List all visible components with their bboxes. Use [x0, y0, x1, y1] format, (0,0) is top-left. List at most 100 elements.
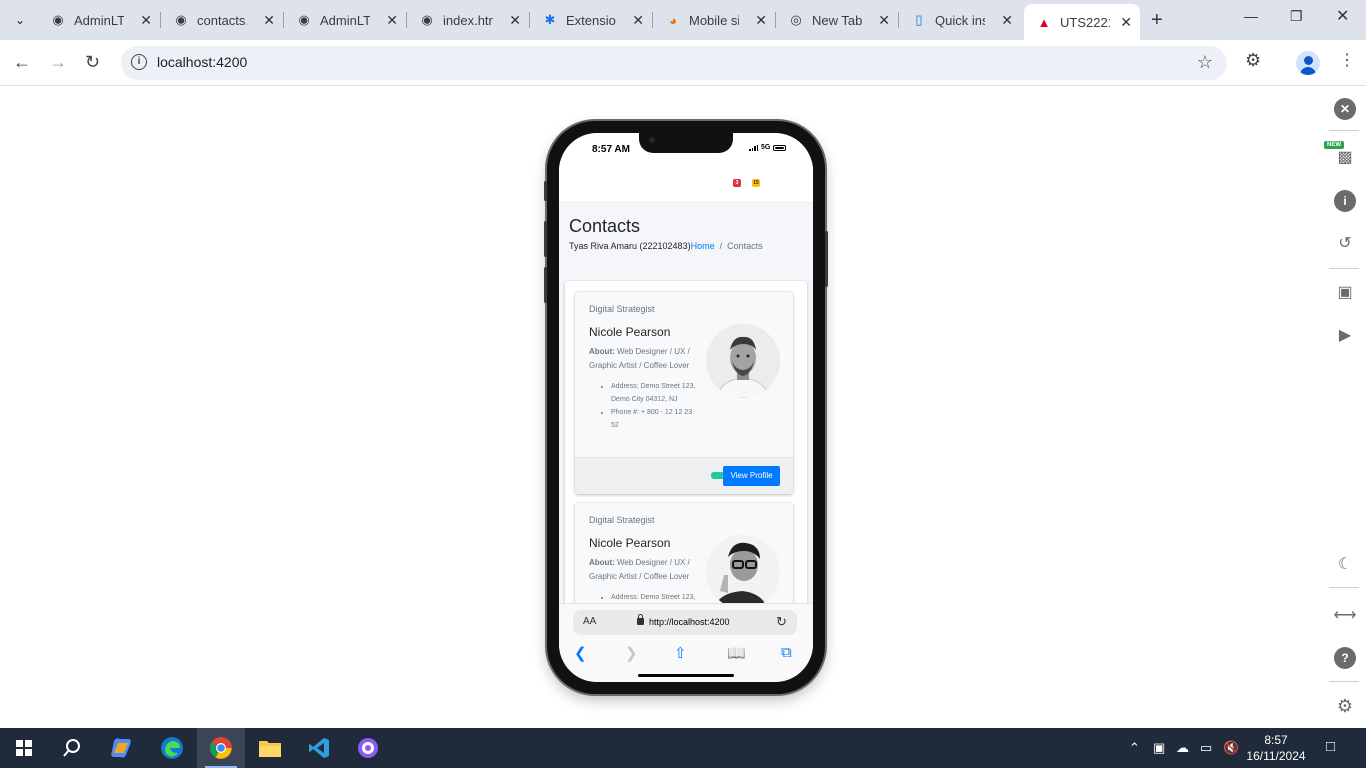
close-tab-icon[interactable]: ✕ [1120, 14, 1132, 31]
search-icon[interactable] [48, 728, 96, 768]
text-size-button[interactable]: AA [583, 616, 596, 627]
copilot-icon[interactable] [98, 728, 146, 768]
close-tab-icon[interactable]: ✕ [755, 12, 767, 29]
site-info-icon[interactable]: i [131, 54, 147, 70]
tab-extension[interactable]: ✱ Extension ✕ [530, 6, 653, 34]
contact-name: Nicole Pearson [589, 536, 671, 550]
back-arrow-icon[interactable]: ← [13, 52, 31, 73]
folder-glyph [259, 741, 281, 757]
tab-adminlte-1[interactable]: ◉ AdminLTE ✕ [38, 6, 161, 34]
windows-start-icon[interactable] [0, 728, 48, 768]
restore-icon[interactable]: ❐ [1290, 8, 1303, 25]
tab-index[interactable]: ◉ index.htm ✕ [407, 6, 530, 34]
contact-role: Digital Strategist [589, 304, 655, 314]
author-name: Tyas Riva Amaru (222102483) [569, 241, 691, 251]
avatar-portrait-man [706, 324, 780, 398]
profile-head [1303, 56, 1313, 65]
close-tab-icon[interactable]: ✕ [1001, 12, 1013, 29]
phone-icon: ▯ [915, 12, 923, 27]
safari-back-icon[interactable]: ❮ [574, 644, 587, 662]
tab-mobile-simulator[interactable]: ◕ Mobile sin ✕ [653, 6, 776, 34]
devices-icon[interactable]: ▩ [1334, 146, 1356, 168]
wifi-icon[interactable]: ☁ [1176, 740, 1189, 756]
new-tab-plus-icon[interactable]: + [1151, 9, 1163, 32]
vscode-glyph [309, 738, 329, 758]
tab-new-tab[interactable]: ◎ New Tab ✕ [776, 6, 899, 34]
contact-details-list: Address: Demo Street 123, Demo City 0431… [611, 381, 701, 433]
meet-now-icon[interactable]: ▣ [1153, 740, 1165, 756]
close-tab-icon[interactable]: ✕ [386, 12, 398, 29]
contact-avatar [706, 324, 780, 398]
tab-uts-active[interactable]: ▲ UTS22210 ✕ [1024, 4, 1140, 40]
windows-logo [16, 740, 32, 756]
chrome-icon: ◎ [790, 12, 802, 27]
breadcrumb-home-link[interactable]: Home [691, 241, 715, 251]
phone-volume-up [544, 221, 547, 257]
volume-muted-icon[interactable]: 🔇 [1223, 740, 1239, 756]
close-window-icon[interactable]: ✕ [1336, 6, 1349, 26]
view-profile-button[interactable]: View Profile [723, 466, 780, 486]
extensions-puzzle-icon[interactable]: ⚙ [1245, 50, 1261, 71]
contact-address: Address: Demo Street 123, Demo City 0431… [611, 381, 701, 406]
contact-about: About: Web Designer / UX / Graphic Artis… [589, 345, 701, 373]
tab-title: Extension [566, 12, 616, 28]
puzzle-icon: ✱ [544, 12, 556, 27]
avatar-portrait-man-glasses [706, 535, 780, 609]
globe-icon: ◉ [421, 12, 433, 27]
tab-search-chevron-icon[interactable]: ⌄ [6, 8, 34, 32]
address-url[interactable]: localhost:4200 [157, 54, 247, 70]
close-tab-icon[interactable]: ✕ [632, 12, 644, 29]
safari-bookmarks-icon[interactable]: 📖 [727, 644, 746, 662]
show-hidden-icons-chevron-icon[interactable]: ⌃ [1129, 740, 1140, 756]
notifications-icon[interactable]: □ [1326, 738, 1335, 755]
settings-gear-icon[interactable]: ⚙ [1334, 695, 1356, 717]
video-record-icon[interactable]: ▶ [1334, 324, 1356, 346]
screenshot-camera-icon[interactable]: ▣ [1334, 281, 1356, 303]
tab-contacts[interactable]: ◉ contacts.h ✕ [161, 6, 284, 34]
rail-divider [1329, 130, 1359, 131]
globe-icon: ◉ [298, 12, 310, 27]
safari-tabs-icon[interactable]: ⧉ [781, 644, 792, 661]
notifications-badge[interactable]: 15 [752, 179, 760, 187]
rotate-icon[interactable]: ↺ [1334, 232, 1356, 254]
bookmark-star-icon[interactable]: ☆ [1197, 52, 1213, 73]
close-tab-icon[interactable]: ✕ [878, 12, 890, 29]
edge-icon[interactable] [148, 728, 196, 768]
info-icon[interactable]: i [1334, 190, 1356, 212]
safari-address-bar[interactable]: AA http://localhost:4200 ↻ [573, 610, 797, 635]
status-time: 8:57 AM [592, 144, 630, 155]
page-title: Contacts [569, 216, 641, 236]
dark-mode-moon-icon[interactable]: ☾ [1334, 553, 1356, 575]
safari-share-icon[interactable]: ⇧ [674, 644, 687, 662]
about-label: About: [589, 558, 615, 567]
address-bar[interactable]: i localhost:4200 ☆ [121, 46, 1227, 80]
minimize-icon[interactable]: — [1244, 8, 1258, 24]
share-icon[interactable]: ⟷ [1334, 604, 1357, 626]
close-simulator-icon[interactable]: ✕ [1334, 98, 1356, 120]
github-desktop-icon[interactable] [344, 728, 392, 768]
tab-adminlte-2[interactable]: ◉ AdminLTE ✕ [284, 6, 407, 34]
app-navbar: 3 15 [559, 161, 813, 203]
windows-taskbar: ⌃ ▣ ☁ ▭ 🔇 8:57 16/11/2024 □ [0, 728, 1366, 768]
messages-badge[interactable]: 3 [733, 179, 741, 187]
chrome-menu-kebab-icon[interactable]: ⋮ [1339, 50, 1355, 70]
edge-glyph [161, 737, 183, 759]
reload-icon[interactable]: ↻ [85, 52, 100, 73]
magnifier-glyph [63, 739, 80, 757]
chrome-taskbar-icon[interactable] [197, 728, 245, 768]
safari-url[interactable]: http://localhost:4200 [649, 617, 730, 627]
help-icon[interactable]: ? [1334, 647, 1356, 669]
safari-forward-icon[interactable]: ❯ [625, 644, 638, 662]
file-explorer-icon[interactable] [246, 728, 294, 768]
close-tab-icon[interactable]: ✕ [263, 12, 275, 29]
vscode-icon[interactable] [295, 728, 343, 768]
network-display-icon[interactable]: ▭ [1200, 740, 1212, 756]
close-tab-icon[interactable]: ✕ [509, 12, 521, 29]
safari-reload-icon[interactable]: ↻ [776, 614, 787, 630]
tab-quick-install[interactable]: ▯ Quick inst ✕ [899, 6, 1021, 34]
forward-arrow-icon[interactable]: → [49, 52, 67, 73]
tab-title: index.htm [443, 12, 493, 28]
taskbar-clock[interactable]: 8:57 16/11/2024 [1246, 732, 1306, 764]
close-tab-icon[interactable]: ✕ [140, 12, 152, 29]
profile-avatar-icon[interactable] [1296, 51, 1320, 75]
